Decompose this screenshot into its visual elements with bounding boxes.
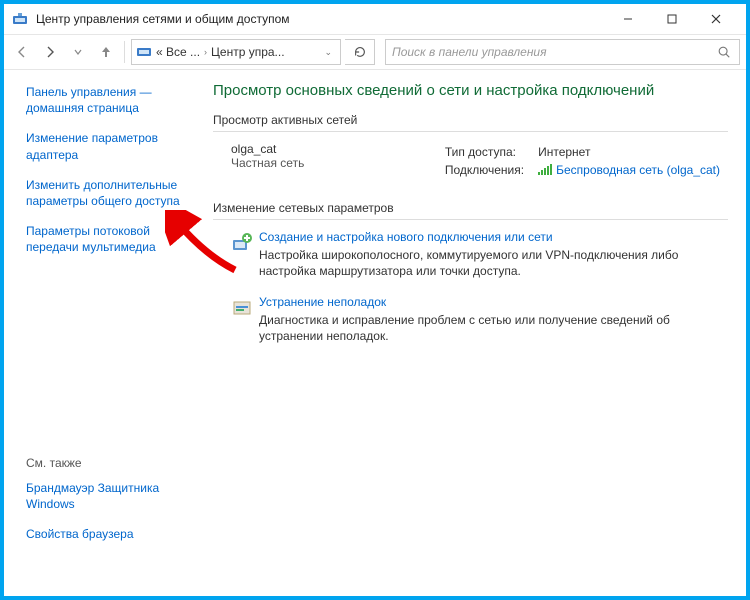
sidebar-link-adapter[interactable]: Изменение параметров адаптера <box>26 130 197 162</box>
active-network-row: olga_cat Частная сеть Тип доступа: Интер… <box>231 142 728 181</box>
sidebar-link-home[interactable]: Панель управления — домашняя страница <box>26 84 197 116</box>
connections-label: Подключения: <box>439 162 530 179</box>
sidebar: Панель управления — домашняя страница Из… <box>4 70 209 596</box>
access-type-value: Интернет <box>532 144 726 160</box>
network-type: Частная сеть <box>231 156 304 170</box>
page-heading: Просмотр основных сведений о сети и наст… <box>213 82 728 99</box>
troubleshoot-icon <box>231 295 259 344</box>
option-new-connection: Создание и настройка нового подключения … <box>231 230 728 279</box>
content: Просмотр основных сведений о сети и наст… <box>209 70 746 596</box>
new-connection-desc: Настройка широкополосного, коммутируемог… <box>259 247 728 279</box>
refresh-button[interactable] <box>345 39 375 65</box>
option-troubleshoot: Устранение неполадок Диагностика и испра… <box>231 295 728 344</box>
back-button[interactable] <box>10 40 34 64</box>
chevron-right-icon: › <box>202 47 209 57</box>
wifi-signal-icon <box>538 164 552 178</box>
address-dropdown-icon[interactable]: ⌄ <box>320 47 336 58</box>
sidebar-link-sharing[interactable]: Изменить дополнительные параметры общего… <box>26 177 197 209</box>
toolbar: « Все ... › Центр упра... ⌄ <box>4 34 746 70</box>
minimize-button[interactable] <box>606 4 650 34</box>
sidebar-link-browser[interactable]: Свойства браузера <box>26 526 197 542</box>
titlebar: Центр управления сетями и общим доступом <box>4 4 746 34</box>
breadcrumb-prev[interactable]: « Все ... <box>156 45 200 59</box>
recent-dropdown[interactable] <box>66 40 90 64</box>
window-title: Центр управления сетями и общим доступом <box>36 12 606 26</box>
close-button[interactable] <box>694 4 738 34</box>
app-icon <box>12 11 28 27</box>
sidebar-link-firewall[interactable]: Брандмауэр Защитника Windows <box>26 480 197 512</box>
new-connection-link[interactable]: Создание и настройка нового подключения … <box>259 230 728 244</box>
address-icon <box>136 43 152 62</box>
change-settings-header: Изменение сетевых параметров <box>213 201 728 220</box>
active-networks-header: Просмотр активных сетей <box>213 113 728 132</box>
forward-button[interactable] <box>38 40 62 64</box>
up-button[interactable] <box>94 40 118 64</box>
separator <box>124 41 125 63</box>
troubleshoot-desc: Диагностика и исправление проблем с сеть… <box>259 312 728 344</box>
maximize-button[interactable] <box>650 4 694 34</box>
breadcrumb-current[interactable]: Центр упра... <box>211 45 285 59</box>
access-type-label: Тип доступа: <box>439 144 530 160</box>
sidebar-link-streaming[interactable]: Параметры потоковой передачи мультимедиа <box>26 223 197 255</box>
search-input[interactable] <box>392 45 714 59</box>
troubleshoot-link[interactable]: Устранение неполадок <box>259 295 728 309</box>
see-also-header: См. также <box>26 456 197 470</box>
connection-link[interactable]: Беспроводная сеть (olga_cat) <box>556 163 720 177</box>
search-icon <box>714 45 733 59</box>
network-name: olga_cat <box>231 142 304 156</box>
address-bar[interactable]: « Все ... › Центр упра... ⌄ <box>131 39 341 65</box>
new-connection-icon <box>231 230 259 279</box>
body: Панель управления — домашняя страница Из… <box>4 70 746 596</box>
search-box[interactable] <box>385 39 740 65</box>
window: Центр управления сетями и общим доступом <box>0 0 750 600</box>
